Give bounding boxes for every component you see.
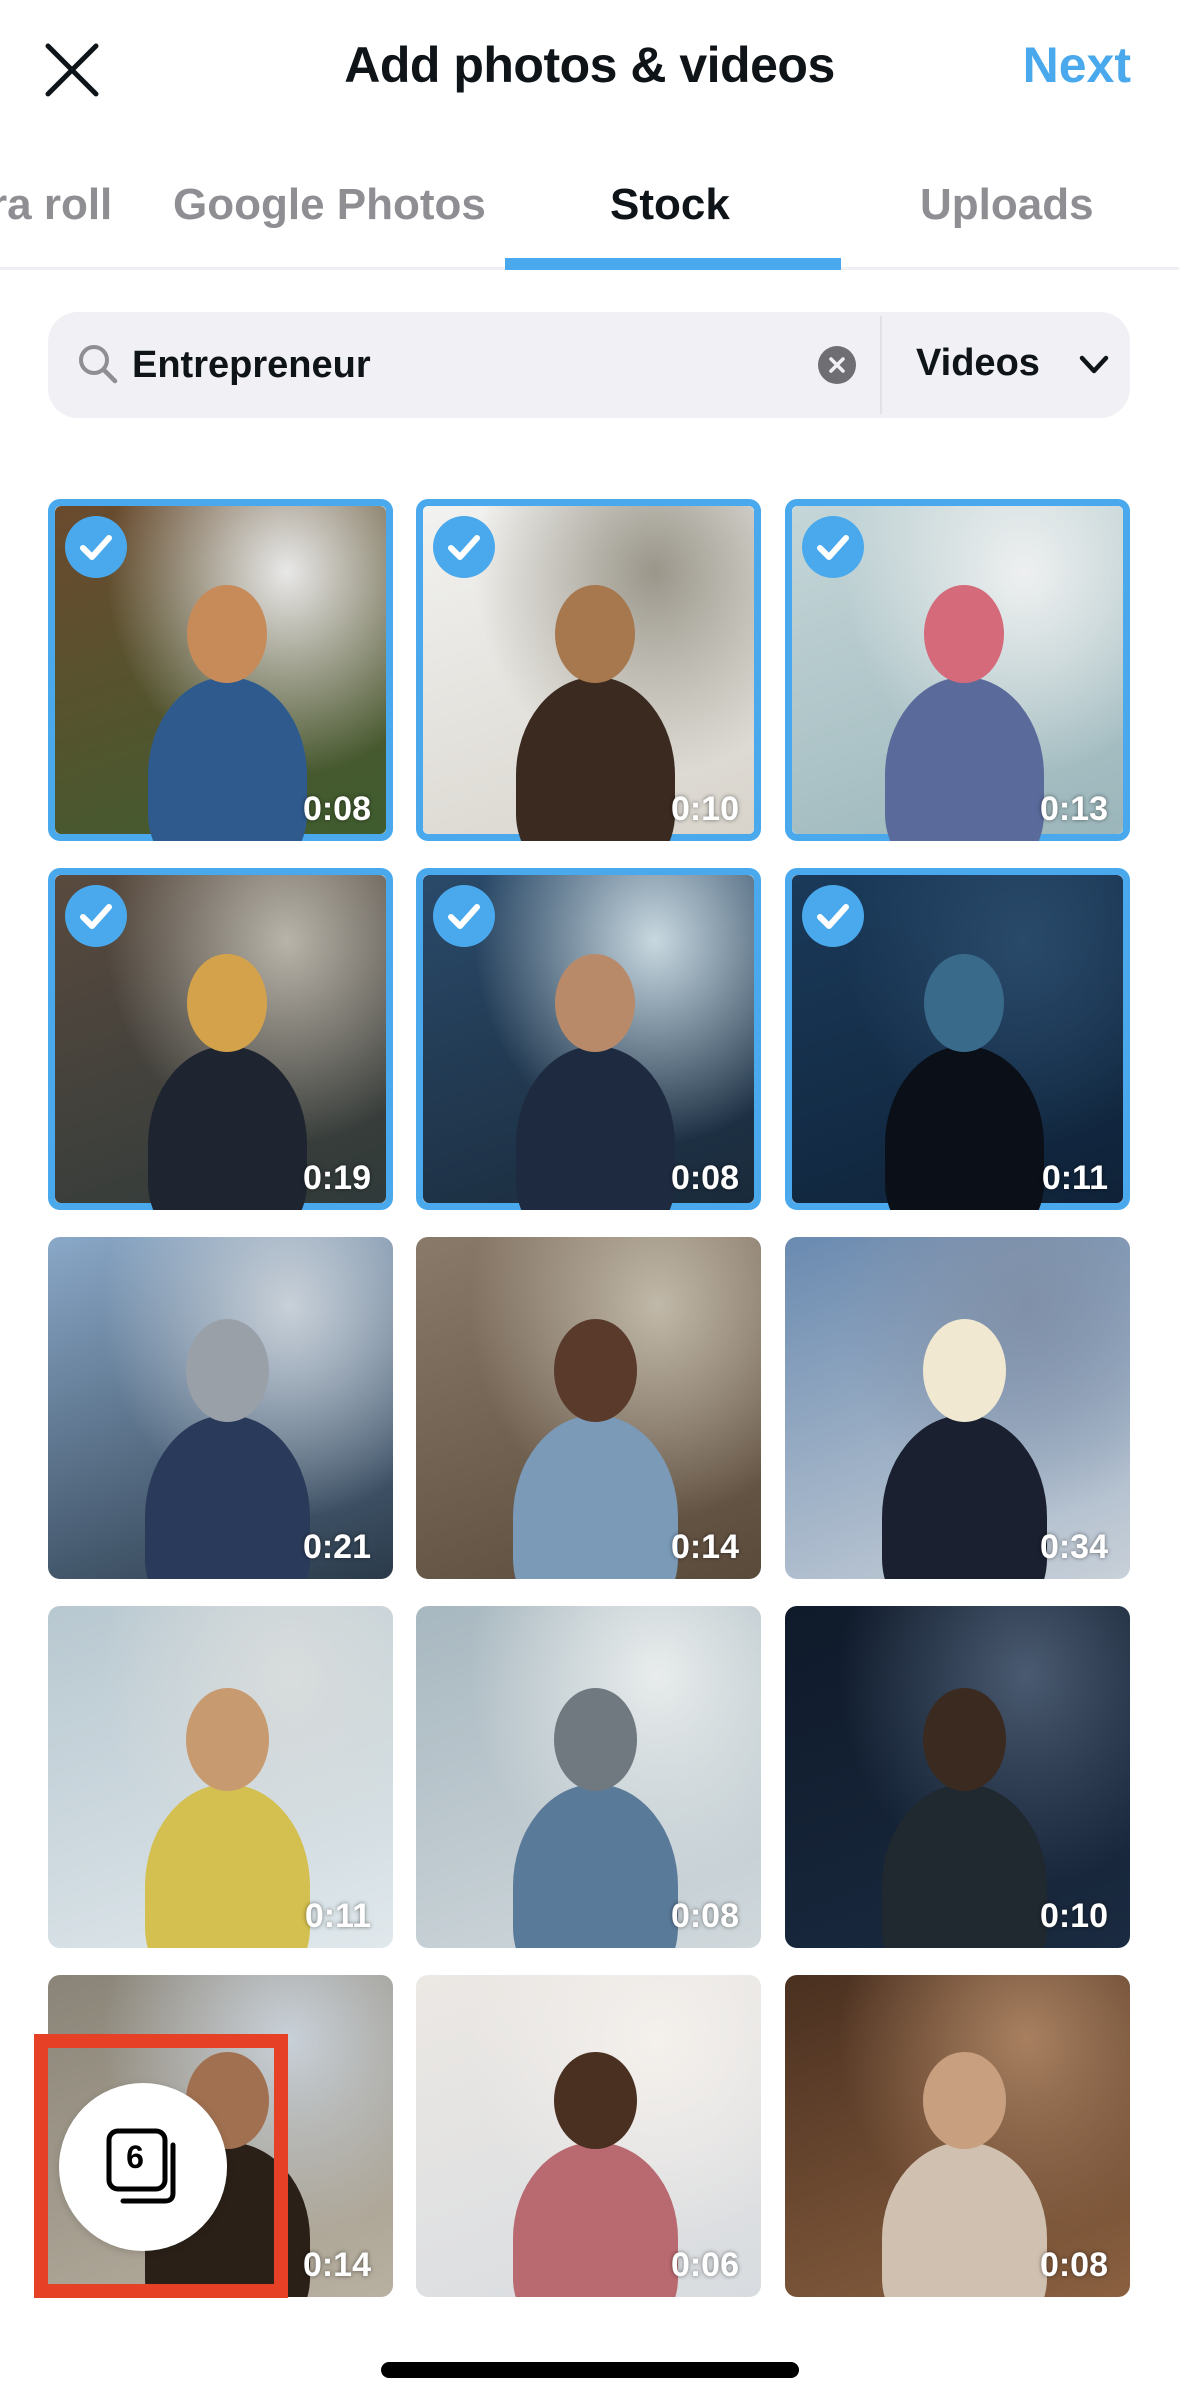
thumbnail-head (554, 1319, 637, 1422)
media-tile[interactable]: 0:08 (416, 1606, 761, 1948)
media-tile[interactable]: 0:06 (416, 1975, 761, 2297)
tab-uploads[interactable]: Uploads (920, 180, 1094, 230)
media-tile[interactable]: 0:13 (785, 499, 1130, 841)
thumbnail-head (555, 953, 635, 1053)
thumbnail-figure (515, 1045, 675, 1210)
thumbnail-head (924, 953, 1004, 1053)
media-type-label: Videos (916, 342, 1040, 384)
media-type-dropdown[interactable]: Videos (882, 312, 1130, 418)
thumbnail-figure (881, 2142, 1048, 2297)
video-duration: 0:08 (670, 1159, 739, 1197)
thumbnail-head (924, 584, 1004, 684)
source-tabs: ra roll Google Photos Stock Uploads (0, 160, 1179, 270)
media-tile[interactable]: 0:34 (785, 1237, 1130, 1579)
thumbnail-figure (515, 676, 675, 841)
thumbnail-figure (144, 1414, 311, 1579)
video-duration: 0:10 (1039, 1897, 1108, 1935)
thumbnail-head (554, 1688, 637, 1791)
video-duration: 0:11 (304, 1897, 371, 1935)
thumbnail-figure (884, 1045, 1044, 1210)
thumbnail-figure (881, 1783, 1048, 1948)
bottom-safe-area (0, 2297, 1179, 2400)
tab-stock[interactable]: Stock (610, 180, 730, 230)
thumbnail-head (923, 1319, 1006, 1422)
media-tile[interactable]: 0:11 (785, 868, 1130, 1210)
thumbnail-figure (881, 1414, 1048, 1579)
thumbnail-head (186, 1319, 269, 1422)
video-duration: 0:14 (670, 1528, 739, 1566)
thumbnail-figure (512, 1783, 679, 1948)
clear-search-button[interactable] (818, 346, 856, 384)
thumbnail-head (187, 953, 267, 1053)
chevron-down-icon (1079, 355, 1109, 374)
selected-check-icon[interactable] (433, 516, 495, 578)
media-tile[interactable]: 0:08 (416, 868, 761, 1210)
thumbnail-figure (147, 676, 307, 841)
video-duration: 0:19 (302, 1159, 371, 1197)
clear-icon (829, 357, 845, 373)
thumbnail-head (923, 2052, 1006, 2149)
search-bar: Videos (48, 312, 1130, 418)
video-duration: 0:13 (1039, 790, 1108, 828)
thumbnail-figure (512, 2142, 679, 2297)
video-duration: 0:11 (1041, 1159, 1108, 1197)
active-tab-indicator (505, 258, 841, 270)
selected-check-icon[interactable] (802, 885, 864, 947)
thumbnail-head (186, 1688, 269, 1791)
thumbnail-figure (147, 1045, 307, 1210)
video-duration: 0:14 (302, 2246, 371, 2284)
selected-check-icon[interactable] (65, 516, 127, 578)
thumbnail-head (923, 1688, 1006, 1791)
video-duration: 0:08 (302, 790, 371, 828)
page-title: Add photos & videos (344, 37, 835, 93)
home-indicator[interactable] (381, 2362, 799, 2378)
header: Add photos & videos Next (0, 0, 1179, 140)
video-duration: 0:21 (302, 1528, 371, 1566)
media-tile[interactable]: 0:19 (48, 868, 393, 1210)
thumbnail-head (555, 584, 635, 684)
media-tile[interactable]: 0:08 (48, 499, 393, 841)
selected-media-button[interactable]: 6 (59, 2083, 227, 2251)
media-tile[interactable]: 0:10 (416, 499, 761, 841)
selected-check-icon[interactable] (433, 885, 495, 947)
search-icon (79, 345, 118, 384)
selected-count: 6 (126, 2139, 144, 2175)
thumbnail-figure (512, 1414, 679, 1579)
video-duration: 0:10 (670, 790, 739, 828)
selected-check-icon[interactable] (802, 516, 864, 578)
next-button[interactable]: Next (1023, 36, 1131, 94)
media-tile[interactable]: 0:21 (48, 1237, 393, 1579)
media-tile[interactable]: 0:10 (785, 1606, 1130, 1948)
tab-google-photos[interactable]: Google Photos (173, 180, 486, 230)
media-tile[interactable]: 0:11 (48, 1606, 393, 1948)
video-duration: 0:08 (670, 1897, 739, 1935)
tab-camera-roll[interactable]: ra roll (0, 180, 112, 230)
thumbnail-figure (144, 1783, 311, 1948)
media-tile[interactable]: 0:08 (785, 1975, 1130, 2297)
thumbnail-figure (884, 676, 1044, 841)
video-duration: 0:06 (670, 2246, 739, 2284)
media-tile[interactable]: 0:14 (416, 1237, 761, 1579)
selected-check-icon[interactable] (65, 885, 127, 947)
thumbnail-head (187, 584, 267, 684)
video-duration: 0:34 (1039, 1528, 1108, 1566)
thumbnail-head (554, 2052, 637, 2149)
search-input[interactable] (132, 330, 832, 400)
video-duration: 0:08 (1039, 2246, 1108, 2284)
